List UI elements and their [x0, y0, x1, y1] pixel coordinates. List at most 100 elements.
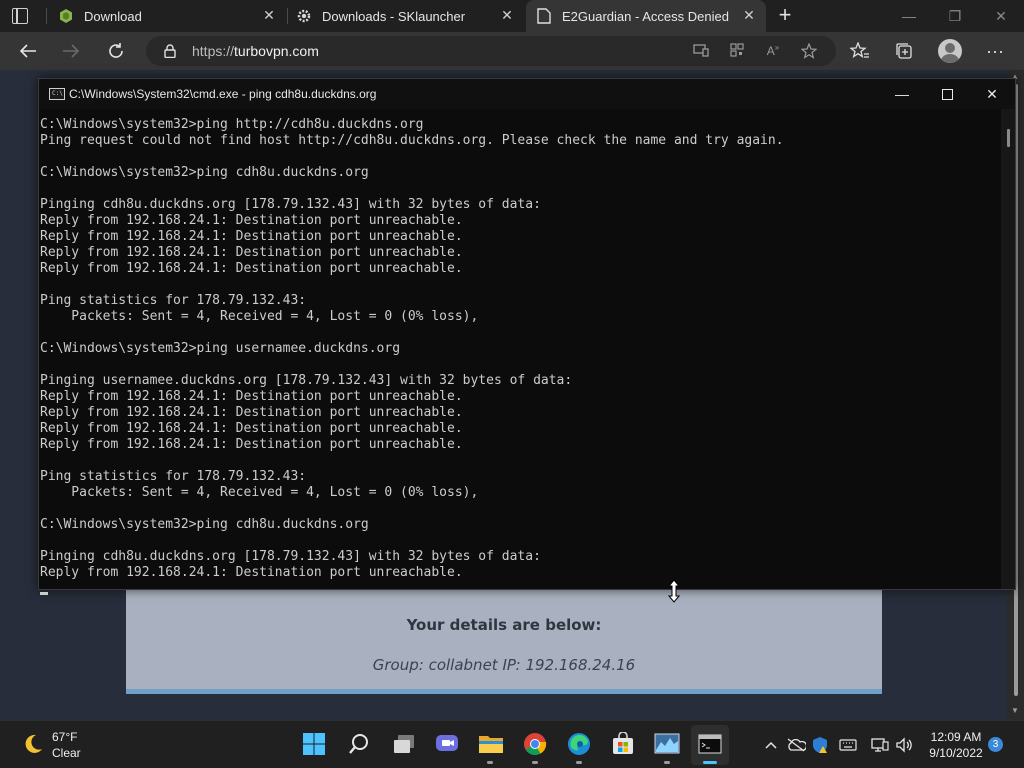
- console-line: C:\Windows\system32>ping usernamee.duckd…: [40, 341, 401, 356]
- file-explorer-icon[interactable]: [476, 729, 506, 759]
- console-line: Reply from 192.168.24.1: Destination por…: [40, 261, 463, 276]
- network-icon[interactable]: [870, 735, 890, 755]
- terminal-icon[interactable]: [695, 729, 725, 759]
- cmd-title-bar[interactable]: C:\ C:\Windows\System32\cmd.exe - ping c…: [39, 79, 1015, 109]
- minimize-icon[interactable]: —: [886, 0, 932, 32]
- details-heading: Your details are below:: [406, 616, 602, 634]
- app-available-icon[interactable]: [692, 43, 710, 59]
- security-shield-icon[interactable]: [810, 735, 830, 755]
- browser-nav-bar: https://turbovpn.com A» ···: [0, 32, 1024, 70]
- profile-avatar[interactable]: [938, 39, 962, 63]
- running-indicator: [487, 761, 493, 764]
- refresh-icon[interactable]: [103, 38, 129, 64]
- collections-icon[interactable]: [892, 39, 916, 63]
- taskbar: 67°F Clear 12:09 AM 9/10/2022 3: [0, 720, 1024, 768]
- favorites-icon[interactable]: [848, 39, 872, 63]
- weather-temperature[interactable]: 67°F: [52, 730, 77, 744]
- download-favicon-icon: [58, 8, 74, 24]
- cmd-scrollbar[interactable]: [1001, 109, 1015, 589]
- search-icon[interactable]: [344, 729, 374, 759]
- running-indicator: [664, 761, 670, 764]
- tab-downloads-sklauncher[interactable]: Downloads - SKlauncher ✕: [290, 0, 524, 32]
- console-line: Reply from 192.168.24.1: Destination por…: [40, 229, 463, 244]
- task-view-icon[interactable]: [389, 729, 419, 759]
- teams-chat-icon[interactable]: [432, 729, 462, 759]
- tab-title: Downloads - SKlauncher: [322, 8, 466, 24]
- console-line: Ping request could not find host http://…: [40, 133, 784, 148]
- cmd-scrollbar-thumb[interactable]: [1007, 129, 1010, 147]
- keyboard-icon[interactable]: [838, 735, 858, 755]
- details-card: Your details are below: Group: collabnet…: [126, 590, 882, 694]
- console-line: Reply from 192.168.24.1: Destination por…: [40, 213, 463, 228]
- running-indicator: [532, 761, 538, 764]
- console-cursor: [40, 592, 48, 595]
- lock-icon[interactable]: [164, 44, 176, 63]
- console-line: Reply from 192.168.24.1: Destination por…: [40, 405, 463, 420]
- tab-close-icon[interactable]: ✕: [500, 8, 514, 22]
- chevron-up-icon[interactable]: [761, 735, 781, 755]
- cmd-title: C:\Windows\System32\cmd.exe - ping cdh8u…: [69, 87, 377, 101]
- back-arrow-icon[interactable]: [15, 38, 41, 64]
- console-line: Pinging usernamee.duckdns.org [178.79.13…: [40, 373, 573, 388]
- restore-icon[interactable]: ❐: [932, 0, 978, 32]
- console-line: Reply from 192.168.24.1: Destination por…: [40, 389, 463, 404]
- read-aloud-icon[interactable]: A»: [764, 43, 782, 59]
- console-line: Pinging cdh8u.duckdns.org [178.79.132.43…: [40, 549, 541, 564]
- clock-time[interactable]: 12:09 AM: [926, 730, 986, 744]
- vertical-resize-cursor-icon: [667, 579, 681, 603]
- new-tab-button[interactable]: +: [773, 4, 797, 28]
- more-options-icon[interactable]: ···: [983, 39, 1007, 63]
- group-ip-text: Group: collabnet IP: 192.168.24.16: [372, 656, 636, 674]
- active-running-indicator: [703, 761, 717, 764]
- console-line: C:\Windows\system32>ping http://cdh8u.du…: [40, 117, 424, 132]
- running-indicator: [576, 761, 582, 764]
- console-line: Reply from 192.168.24.1: Destination por…: [40, 245, 463, 260]
- chrome-icon[interactable]: [520, 729, 550, 759]
- console-line: Ping statistics for 178.79.132.43:: [40, 469, 307, 484]
- cmd-maximize-icon[interactable]: [924, 79, 970, 109]
- page-favicon-icon: [536, 8, 552, 24]
- console-line: Ping statistics for 178.79.132.43:: [40, 293, 307, 308]
- tab-e2guardian[interactable]: E2Guardian - Access Denied ✕: [526, 0, 766, 32]
- cmd-window[interactable]: C:\ C:\Windows\System32\cmd.exe - ping c…: [38, 78, 1016, 595]
- edge-icon[interactable]: [564, 729, 594, 759]
- notification-badge[interactable]: 3: [988, 737, 1003, 752]
- start-windows-icon[interactable]: [299, 729, 329, 759]
- console-line: C:\Windows\system32>ping cdh8u.duckdns.o…: [40, 517, 369, 532]
- tab-title: Download: [84, 8, 142, 24]
- tab-close-icon[interactable]: ✕: [742, 8, 756, 22]
- tab-download[interactable]: Download ✕: [52, 0, 286, 32]
- microsoft-store-icon[interactable]: [608, 729, 638, 759]
- scroll-down-icon[interactable]: ▼: [1011, 706, 1019, 715]
- address-bar[interactable]: https://turbovpn.com A»: [146, 36, 836, 66]
- cmd-minimize-icon[interactable]: —: [879, 79, 925, 109]
- clock-date[interactable]: 9/10/2022: [926, 746, 986, 760]
- tab-title: E2Guardian - Access Denied: [562, 8, 729, 24]
- moon-icon[interactable]: [22, 733, 44, 755]
- tab-close-icon[interactable]: ✕: [262, 8, 276, 22]
- console-output[interactable]: C:\Windows\system32>ping http://cdh8u.du…: [39, 109, 1001, 595]
- qr-code-icon[interactable]: [728, 43, 746, 59]
- add-favorite-icon[interactable]: [800, 42, 818, 59]
- console-line: C:\Windows\system32>ping cdh8u.duckdns.o…: [40, 165, 369, 180]
- cmd-close-icon[interactable]: ✕: [969, 79, 1015, 109]
- resource-monitor-icon[interactable]: [652, 729, 682, 759]
- cmd-app-icon: C:\: [49, 88, 65, 100]
- close-icon[interactable]: ✕: [978, 0, 1024, 32]
- weather-condition[interactable]: Clear: [52, 746, 81, 760]
- forward-arrow-icon[interactable]: [58, 38, 84, 64]
- tab-actions-icon[interactable]: [12, 8, 28, 24]
- console-line: Packets: Sent = 4, Received = 4, Lost = …: [40, 309, 479, 324]
- browser-tab-bar: Download ✕ Downloads - SKlauncher ✕ E2Gu…: [0, 0, 1024, 32]
- onedrive-icon[interactable]: [786, 735, 806, 755]
- tab-separator: [46, 8, 47, 24]
- console-line: Reply from 192.168.24.1: Destination por…: [40, 565, 463, 580]
- volume-icon[interactable]: [894, 735, 914, 755]
